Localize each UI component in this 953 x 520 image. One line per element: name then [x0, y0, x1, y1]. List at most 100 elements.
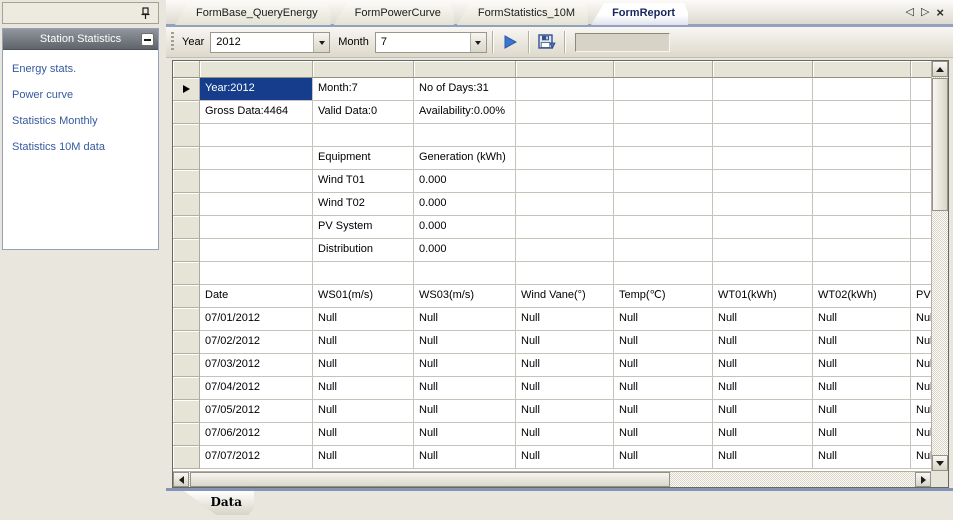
grid-cell[interactable]: Null [713, 377, 813, 400]
grid-cell[interactable]: Year:2012 [200, 78, 313, 101]
row-header[interactable] [173, 147, 200, 170]
grid-cell[interactable]: Null [813, 423, 911, 446]
grid-cell[interactable] [813, 170, 911, 193]
grid-cell[interactable] [911, 101, 931, 124]
column-header[interactable] [813, 61, 911, 78]
column-header[interactable] [414, 61, 516, 78]
tab-data[interactable]: Data [184, 491, 254, 515]
grid-cell[interactable]: Null [713, 423, 813, 446]
grid-cell[interactable] [713, 170, 813, 193]
grid-cell[interactable]: Null [414, 446, 516, 469]
grid-cell[interactable] [911, 170, 931, 193]
grid-cell[interactable]: Null [911, 331, 931, 354]
grid-cell[interactable]: Null [813, 354, 911, 377]
month-combobox[interactable]: 7 [375, 32, 487, 53]
grid-cell[interactable]: Null [516, 377, 614, 400]
grid-cell[interactable]: WT01(kWh) [713, 285, 813, 308]
row-header[interactable] [173, 78, 200, 101]
sidebar-item-statistics-monthly[interactable]: Statistics Monthly [12, 115, 158, 127]
grid-cell[interactable] [713, 239, 813, 262]
grid-cell[interactable]: Null [813, 331, 911, 354]
grid-cell[interactable] [614, 124, 713, 147]
year-dropdown-button[interactable] [313, 33, 329, 52]
grid-cell[interactable]: Null [713, 446, 813, 469]
grid-cell[interactable]: Null [813, 377, 911, 400]
grid-cell[interactable] [614, 147, 713, 170]
row-header[interactable] [173, 354, 200, 377]
row-header[interactable] [173, 446, 200, 469]
auto-hide-pin-icon[interactable] [137, 5, 153, 21]
scroll-down-button[interactable] [932, 455, 948, 471]
grid-cell[interactable] [911, 78, 931, 101]
grid-cell[interactable] [911, 216, 931, 239]
grid-cell[interactable]: Null [911, 354, 931, 377]
grid-cell[interactable]: 0.000 [414, 216, 516, 239]
row-header[interactable] [173, 193, 200, 216]
grid-cell[interactable] [414, 262, 516, 285]
grid-cell[interactable]: Null [813, 446, 911, 469]
grid-cell[interactable] [614, 193, 713, 216]
grid-cell[interactable]: Null [614, 308, 713, 331]
grid-cell[interactable]: Null [911, 423, 931, 446]
run-query-button[interactable] [499, 31, 523, 53]
grid-cell[interactable]: Null [614, 377, 713, 400]
grid-cell[interactable] [813, 193, 911, 216]
grid-cell[interactable]: Null [414, 377, 516, 400]
grid-cell[interactable] [713, 124, 813, 147]
grid-cell[interactable]: Null [414, 423, 516, 446]
grid-cell[interactable]: 07/04/2012 [200, 377, 313, 400]
grid-cell[interactable] [813, 101, 911, 124]
grid-cell[interactable] [813, 147, 911, 170]
grid-cell[interactable] [516, 124, 614, 147]
column-header[interactable] [713, 61, 813, 78]
column-header[interactable] [911, 61, 931, 78]
horizontal-scroll-thumb[interactable] [190, 472, 670, 487]
grid-cell[interactable]: Null [614, 331, 713, 354]
grid-cell[interactable]: Null [313, 446, 414, 469]
sidebar-item-statistics-10m[interactable]: Statistics 10M data [12, 141, 158, 153]
grid-cell[interactable] [516, 170, 614, 193]
grid-cell[interactable] [813, 262, 911, 285]
grid-cell[interactable]: Null [713, 400, 813, 423]
grid-cell[interactable] [313, 124, 414, 147]
grid-cell[interactable]: Null [516, 400, 614, 423]
grid-cell[interactable] [614, 170, 713, 193]
grid-cell[interactable] [911, 193, 931, 216]
grid-cell[interactable]: PV System [313, 216, 414, 239]
grid-cell[interactable]: WS01(m/s) [313, 285, 414, 308]
scroll-tabs-right-icon[interactable]: ▷ [921, 6, 929, 19]
grid-corner-cell[interactable] [173, 61, 200, 78]
export-save-button[interactable] [535, 31, 559, 53]
grid-cell[interactable]: Equipment [313, 147, 414, 170]
grid-cell[interactable] [713, 101, 813, 124]
grid-cell[interactable] [200, 124, 313, 147]
grid-cell[interactable] [614, 262, 713, 285]
column-header[interactable] [313, 61, 414, 78]
scroll-right-button[interactable] [915, 472, 931, 487]
grid-cell[interactable]: Null [313, 331, 414, 354]
row-header[interactable] [173, 124, 200, 147]
grid-cell[interactable]: Null [414, 308, 516, 331]
grid-cell[interactable]: Wind Vane(°) [516, 285, 614, 308]
month-dropdown-button[interactable] [470, 33, 486, 52]
grid-cell[interactable] [200, 216, 313, 239]
grid-cell[interactable]: Null [713, 331, 813, 354]
grid-cell[interactable]: Availability:0.00% [414, 101, 516, 124]
grid-cell[interactable]: PV01(kWh) [911, 285, 931, 308]
grid-cell[interactable]: 07/01/2012 [200, 308, 313, 331]
tab-formpowercurve[interactable]: FormPowerCurve [334, 3, 454, 25]
row-header[interactable] [173, 216, 200, 239]
grid-cell[interactable] [713, 193, 813, 216]
grid-cell[interactable] [516, 147, 614, 170]
grid-cell[interactable] [614, 101, 713, 124]
grid-cell[interactable]: Generation (kWh) [414, 147, 516, 170]
row-header[interactable] [173, 170, 200, 193]
grid-cell[interactable] [614, 78, 713, 101]
grid-cell[interactable]: Null [313, 400, 414, 423]
toolbar-textbox[interactable] [575, 33, 670, 52]
grid-cell[interactable] [200, 170, 313, 193]
column-header[interactable] [614, 61, 713, 78]
grid-cell[interactable]: 07/02/2012 [200, 331, 313, 354]
grid-cell[interactable] [614, 239, 713, 262]
vertical-scrollbar[interactable] [931, 61, 948, 471]
